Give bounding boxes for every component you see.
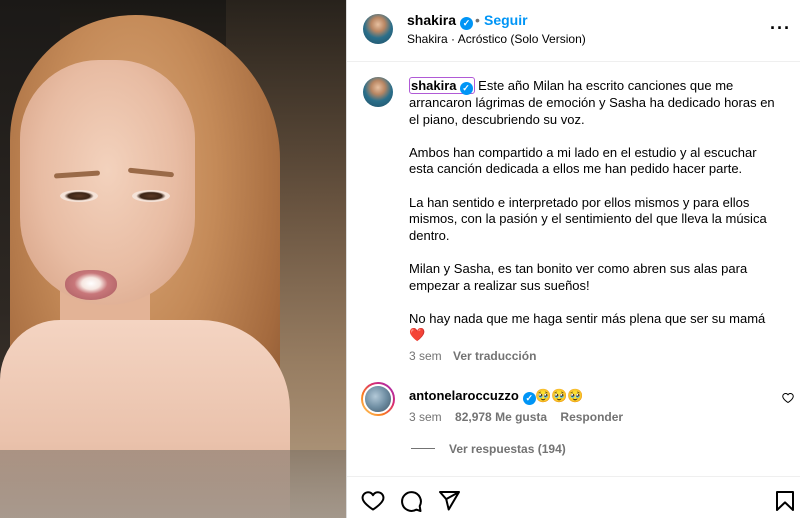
author-username[interactable]: shakira ✓ <box>407 12 474 30</box>
red-heart-emoji: ❤️ <box>409 327 426 343</box>
comment-time[interactable]: 3 sem <box>409 410 442 424</box>
verified-badge-icon: ✓ <box>522 392 536 405</box>
caption-author-avatar[interactable] <box>363 77 393 107</box>
right-eye <box>132 190 170 202</box>
left-eye <box>60 190 98 202</box>
face-shape <box>20 60 195 305</box>
separator-dot: • <box>475 12 480 28</box>
commenter-username-text[interactable]: antonelaroccuzzo <box>409 388 519 403</box>
view-replies-button[interactable]: Ver respuestas (194) <box>449 442 566 456</box>
translate-link[interactable]: Ver traducción <box>453 349 536 363</box>
bottom-blur <box>0 450 346 518</box>
right-brow <box>127 167 175 178</box>
caption-paragraph-last: No hay nada que me haga sentir más plena… <box>409 311 779 344</box>
author-username-text[interactable]: shakira <box>407 12 456 28</box>
heart-icon[interactable] <box>361 489 385 513</box>
post-caption: shakira ✓ Este año Milan ha escrito canci… <box>409 77 779 344</box>
caption-first-paragraph: shakira ✓ Este año Milan ha escrito canci… <box>409 77 779 128</box>
mouth <box>65 270 117 300</box>
share-icon[interactable] <box>437 489 461 513</box>
verified-badge-icon: ✓ <box>459 82 473 95</box>
follow-button[interactable]: Seguir <box>484 12 528 28</box>
comment-text: 🥹🥹🥹 <box>535 388 584 403</box>
left-brow <box>53 170 101 179</box>
author-avatar[interactable] <box>363 14 393 44</box>
verified-badge-icon: ✓ <box>460 17 474 30</box>
comment-like-heart-icon[interactable] <box>782 392 794 404</box>
action-bar <box>347 476 800 518</box>
audio-subtitle[interactable]: Shakira · Acróstico (Solo Version) <box>407 32 586 46</box>
reply-button[interactable]: Responder <box>560 410 623 424</box>
commenter-username[interactable]: antonelaroccuzzo ✓ <box>409 388 536 405</box>
more-options-icon[interactable]: ··· <box>770 18 791 39</box>
caption-username-text[interactable]: shakira <box>411 78 457 93</box>
post-side-panel: shakira ✓ • Seguir Shakira · Acróstico (S… <box>346 0 800 518</box>
caption-time[interactable]: 3 sem <box>409 349 442 363</box>
caption-paragraph: Ambos han compartido a mi lado en el est… <box>409 144 757 177</box>
replies-divider <box>411 448 435 449</box>
caption-meta: 3 sem Ver traducción <box>409 349 536 363</box>
comment-meta: 3 sem 82,978 Me gusta Responder <box>409 410 623 424</box>
comment-icon[interactable] <box>399 489 423 513</box>
caption-paragraph: Milan y Sasha, es tan bonito ver como ab… <box>409 260 748 293</box>
comment-likes[interactable]: 82,978 Me gusta <box>455 410 547 424</box>
view-replies-label[interactable]: Ver respuestas (194) <box>449 442 566 456</box>
commenter-avatar[interactable] <box>361 382 395 416</box>
caption-paragraph: La han sentido e interpretado por ellos … <box>409 194 767 243</box>
commenter-avatar-image <box>363 384 393 414</box>
caption-username[interactable]: shakira ✓ <box>409 77 475 95</box>
bookmark-icon[interactable] <box>773 489 797 513</box>
post-media-video[interactable] <box>0 0 346 518</box>
post-header: shakira ✓ • Seguir Shakira · Acróstico (S… <box>347 0 800 62</box>
caption-paragraph-text: No hay nada que me haga sentir más plena… <box>409 310 766 326</box>
